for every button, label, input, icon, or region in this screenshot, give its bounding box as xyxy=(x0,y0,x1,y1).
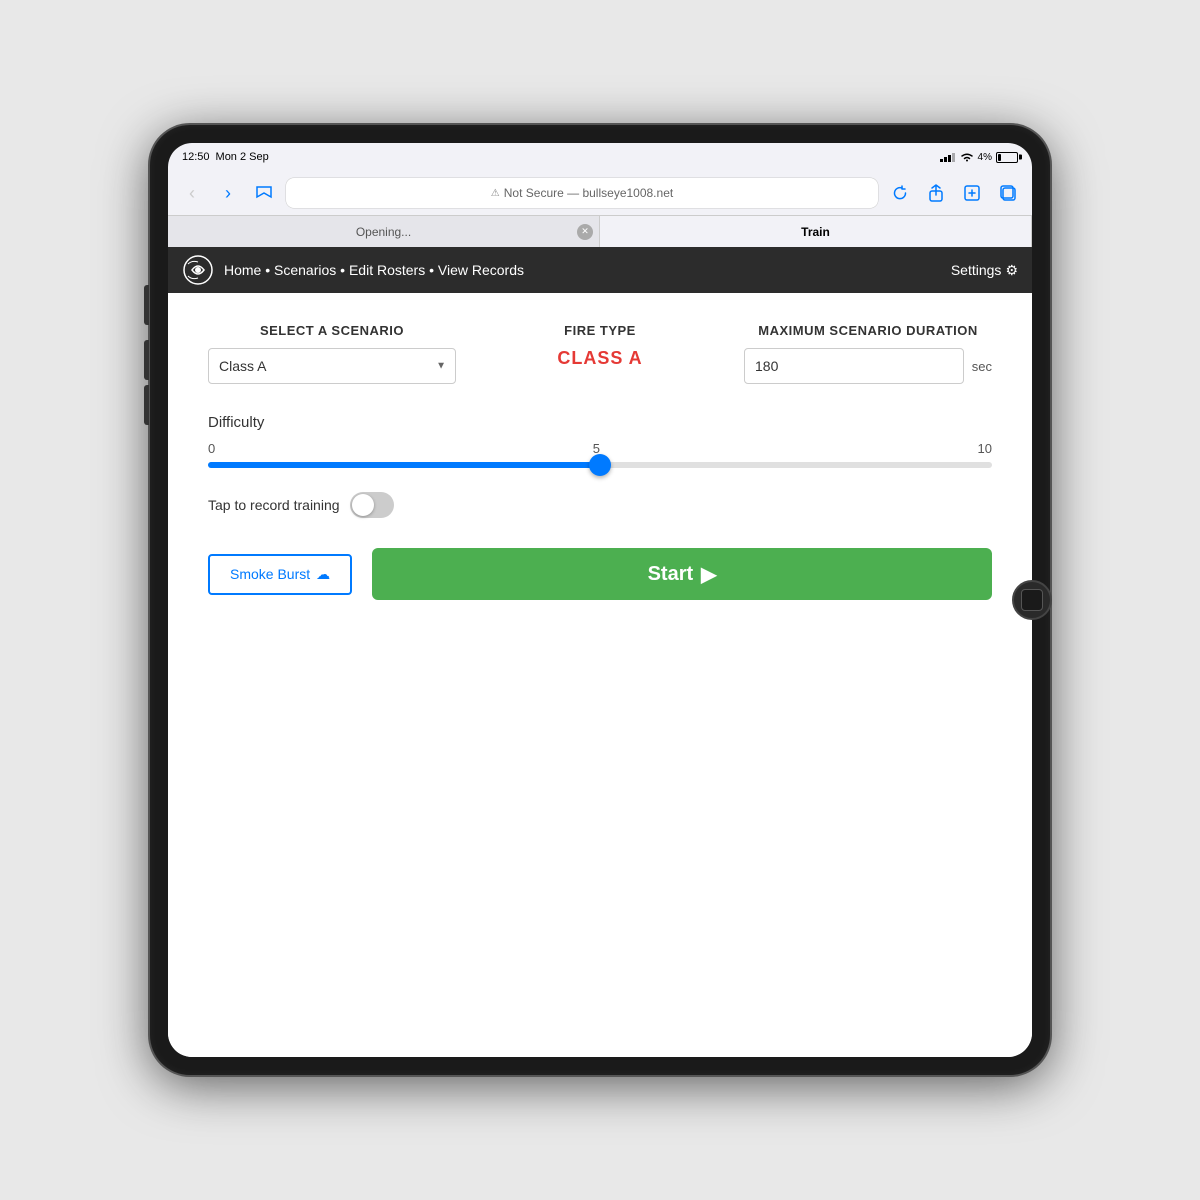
date-display: Mon 2 Sep xyxy=(216,151,269,163)
record-training-toggle[interactable] xyxy=(350,492,394,518)
settings-label: Settings xyxy=(951,262,1002,278)
start-button[interactable]: Start ▶ xyxy=(372,548,992,600)
wifi-icon xyxy=(960,152,974,162)
ipad-screen: 12:50 Mon 2 Sep 4% xyxy=(168,143,1032,1057)
difficulty-label: Difficulty xyxy=(208,414,992,431)
back-button[interactable]: ‹ xyxy=(178,179,206,207)
select-scenario-section: SELECT A SCENARIO Class A Class B Class … xyxy=(208,323,456,384)
home-button-inner xyxy=(1021,589,1043,611)
new-tab-button[interactable] xyxy=(958,179,986,207)
slider-max-label: 10 xyxy=(978,441,992,456)
record-training-row: Tap to record training xyxy=(208,492,992,518)
url-bar[interactable]: ⚠ Not Secure — bullseye1008.net xyxy=(286,178,878,208)
battery-fill xyxy=(998,154,1001,161)
record-training-label: Tap to record training xyxy=(208,497,340,513)
slider-track xyxy=(208,462,992,468)
duration-unit: sec xyxy=(972,359,992,374)
browser-toolbar: ‹ › ⚠ Not Secure — bullseye1008.net xyxy=(168,171,1032,215)
smoke-burst-button[interactable]: Smoke Burst ☁ xyxy=(208,554,352,595)
reload-button[interactable] xyxy=(886,179,914,207)
tab-close-icon[interactable]: ✕ xyxy=(577,224,593,240)
select-scenario-label: SELECT A SCENARIO xyxy=(208,323,456,338)
settings-button[interactable]: Settings ⚙ xyxy=(951,262,1018,279)
scenario-grid: SELECT A SCENARIO Class A Class B Class … xyxy=(208,323,992,384)
tab-opening[interactable]: Opening... ✕ xyxy=(168,216,600,247)
tab-train[interactable]: Train xyxy=(600,216,1032,247)
app-logo xyxy=(182,254,214,286)
app-navbar: Home • Scenarios • Edit Rosters • View R… xyxy=(168,247,1032,293)
start-label: Start xyxy=(648,563,694,586)
battery-icon xyxy=(996,152,1018,163)
smoke-burst-label: Smoke Burst xyxy=(230,566,310,582)
ipad-device: 12:50 Mon 2 Sep 4% xyxy=(150,125,1050,1075)
tab-train-label: Train xyxy=(801,225,830,239)
lock-icon: ⚠ xyxy=(491,188,500,199)
max-duration-label: MAXIMUM SCENARIO DURATION xyxy=(744,323,992,338)
fire-type-value: CLASS A xyxy=(476,348,724,369)
fire-type-section: FIRE TYPE CLASS A xyxy=(476,323,724,384)
fire-type-label: FIRE TYPE xyxy=(476,323,724,338)
slider-thumb[interactable] xyxy=(589,454,611,476)
play-icon: ▶ xyxy=(701,562,716,587)
browser-tabs: Opening... ✕ Train xyxy=(168,215,1032,247)
browser-chrome: ‹ › ⚠ Not Secure — bullseye1008.net xyxy=(168,171,1032,247)
status-bar: 12:50 Mon 2 Sep 4% xyxy=(168,143,1032,171)
share-button[interactable] xyxy=(922,179,950,207)
tab-opening-label: Opening... xyxy=(356,225,411,239)
bookmarks-button[interactable] xyxy=(250,179,278,207)
forward-button[interactable]: › xyxy=(214,179,242,207)
time-display: 12:50 xyxy=(182,151,210,163)
battery-percent: 4% xyxy=(978,152,992,163)
slider-fill xyxy=(208,462,600,468)
duration-section: MAXIMUM SCENARIO DURATION sec xyxy=(744,323,992,384)
cloud-icon: ☁ xyxy=(316,566,330,583)
bottom-row: Smoke Burst ☁ Start ▶ xyxy=(208,548,992,600)
breadcrumb: Home • Scenarios • Edit Rosters • View R… xyxy=(224,262,951,278)
duration-input[interactable] xyxy=(744,348,964,384)
slider-container: 0 5 10 xyxy=(208,441,992,468)
difficulty-section: Difficulty 0 5 10 xyxy=(208,414,992,468)
signal-icon xyxy=(940,152,956,162)
duration-input-row: sec xyxy=(744,348,992,384)
app-screen: Home • Scenarios • Edit Rosters • View R… xyxy=(168,247,1032,1057)
status-bar-right: 4% xyxy=(940,152,1018,163)
slider-min-label: 0 xyxy=(208,441,215,456)
tabs-button[interactable] xyxy=(994,179,1022,207)
status-bar-left: 12:50 Mon 2 Sep xyxy=(182,151,269,163)
gear-icon: ⚙ xyxy=(1005,262,1018,279)
scenario-select-wrapper: Class A Class B Class C Class D ▼ xyxy=(208,348,456,384)
url-text: Not Secure — bullseye1008.net xyxy=(504,186,673,200)
app-content: SELECT A SCENARIO Class A Class B Class … xyxy=(168,293,1032,1057)
scenario-select[interactable]: Class A Class B Class C Class D xyxy=(208,348,456,384)
toggle-knob xyxy=(352,494,374,516)
home-button[interactable] xyxy=(1012,580,1052,620)
